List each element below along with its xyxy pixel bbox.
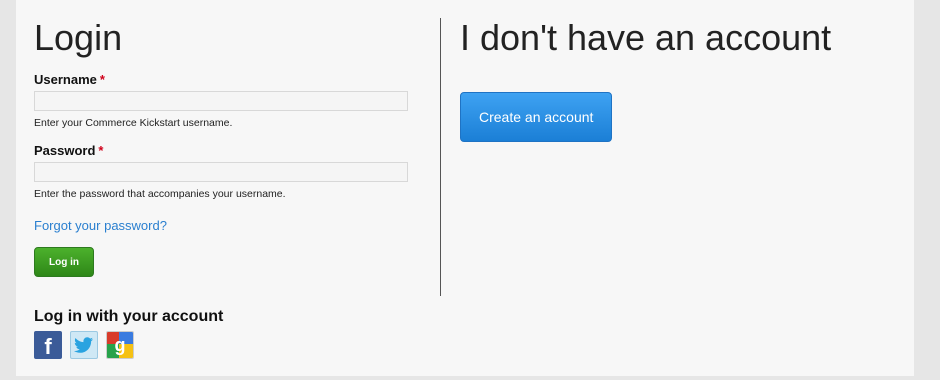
username-input[interactable] [34,91,408,111]
password-help-text: Enter the password that accompanies your… [34,188,286,200]
password-required-marker: * [98,143,104,158]
twitter-bird-icon [74,337,93,353]
google-icon[interactable]: g [106,331,134,359]
password-label: Password * [34,143,434,158]
facebook-glyph: f [44,334,52,359]
google-glyph: g [114,334,126,355]
username-help-text: Enter your Commerce Kickstart username. [34,117,233,129]
login-button[interactable]: Log in [34,247,94,277]
social-login-title: Log in with your account [34,308,224,325]
username-required-marker: * [99,72,105,87]
page-container: Login Username * Enter your Commerce Kick… [16,0,914,376]
username-label-text: Username [34,72,97,87]
column-divider [440,18,441,296]
create-account-button[interactable]: Create an account [460,92,613,142]
password-input[interactable] [34,162,408,182]
facebook-icon[interactable]: f [34,331,62,359]
login-title: Login [34,17,123,58]
login-panel: Login Username * Enter your Commerce Kick… [34,0,434,277]
username-label: Username * [34,72,434,87]
register-title: I don't have an account [460,17,832,58]
register-panel: I don't have an account Create an accoun… [460,0,900,142]
twitter-icon[interactable] [70,331,98,359]
social-login-icons: f g [34,331,134,359]
forgot-password-link[interactable]: Forgot your password? [34,218,167,233]
password-label-text: Password [34,143,96,158]
